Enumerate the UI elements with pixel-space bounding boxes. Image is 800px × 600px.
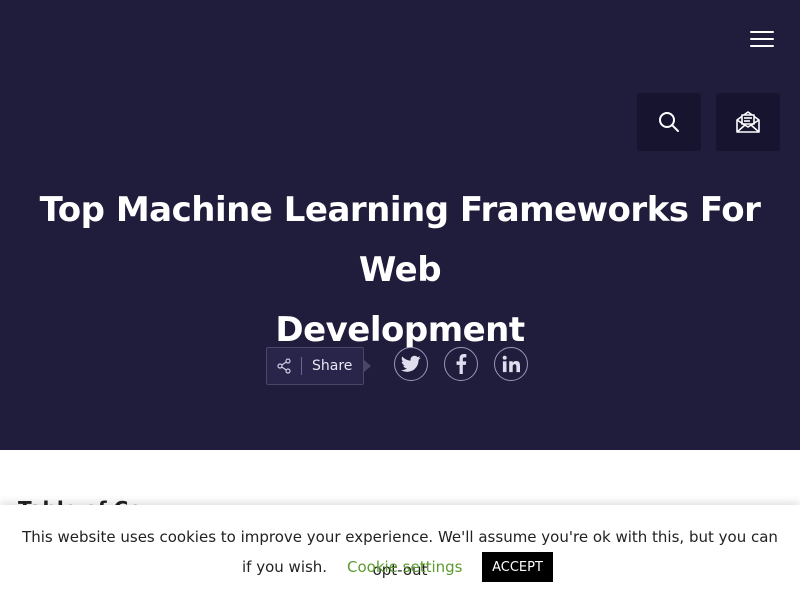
- search-button[interactable]: [637, 93, 701, 151]
- accept-cookies-button[interactable]: ACCEPT: [482, 552, 553, 582]
- share-pointer: [364, 360, 371, 372]
- twitter-icon: [401, 355, 421, 372]
- hero-banner: Top Machine Learning Frameworks For Web …: [0, 0, 800, 450]
- share-button[interactable]: Share: [266, 347, 364, 385]
- facebook-share-button[interactable]: [444, 347, 478, 381]
- cookie-message-tail: if you wish.: [242, 558, 328, 576]
- article-title: Top Machine Learning Frameworks For Web …: [0, 180, 800, 360]
- linkedin-share-button[interactable]: [494, 347, 528, 381]
- share-label: Share: [312, 358, 353, 374]
- article-title-line2: Development: [275, 310, 525, 350]
- cookie-actions: if you wish. Cookie settings ACCEPT: [0, 552, 800, 584]
- facebook-icon: [456, 354, 467, 374]
- hamburger-menu-icon[interactable]: [748, 28, 776, 50]
- cookie-consent-bar: This website uses cookies to improve you…: [0, 505, 800, 600]
- search-icon: [659, 112, 679, 132]
- cookie-settings-link[interactable]: Cookie settings: [347, 558, 463, 576]
- share-icon: [267, 348, 301, 384]
- article-title-line1: Top Machine Learning Frameworks For Web: [39, 190, 761, 290]
- linkedin-icon: [502, 355, 520, 373]
- subscribe-button[interactable]: [716, 93, 780, 151]
- twitter-share-button[interactable]: [394, 347, 428, 381]
- envelope-newsletter-icon: [736, 111, 760, 133]
